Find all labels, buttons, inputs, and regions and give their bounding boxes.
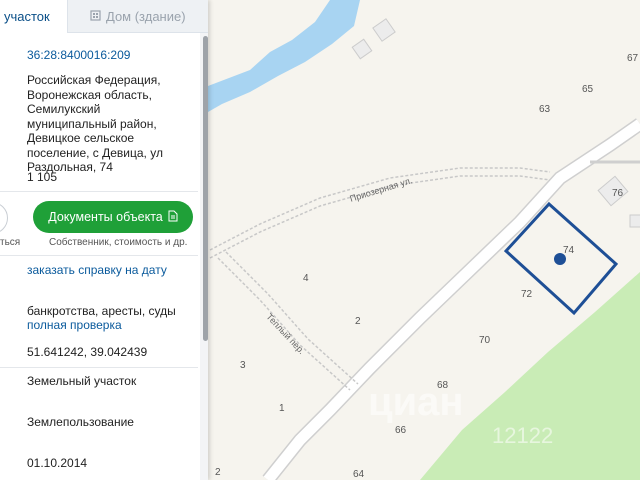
docs-caption: Собственник, стоимость и др. [49, 237, 188, 248]
cian-watermark-id: 12122 [492, 423, 554, 448]
divider [0, 191, 198, 192]
divider [0, 255, 198, 256]
house-number: 67 [627, 53, 639, 64]
house-number: 66 [395, 425, 407, 436]
house-number: 1 [279, 403, 285, 414]
house-number: 2 [215, 467, 221, 478]
building-icon [90, 9, 101, 24]
docs-button-label: Документы объекта [48, 210, 163, 224]
cian-watermark: циан [368, 380, 464, 424]
land-use-value: Землепользование [27, 415, 134, 429]
parcel-info-panel: участок Дом (здание) 36:28:8400016:209 Р… [0, 0, 208, 480]
building-shape [629, 214, 640, 228]
parcel-area: 1 105 [27, 170, 58, 184]
house-number: 2 [355, 316, 361, 327]
divider [0, 367, 198, 368]
house-number: 74 [563, 245, 575, 256]
tab-building[interactable]: Дом (здание) [68, 0, 208, 33]
order-reference-link[interactable]: заказать справку на дату [27, 263, 167, 278]
house-number: 65 [582, 84, 594, 95]
coordinates-value: 51.641242, 39.042439 [27, 345, 148, 359]
object-documents-button[interactable]: Документы объекта [33, 201, 193, 233]
house-number: 63 [539, 104, 551, 115]
registration-date-value: 01.10.2014 [27, 456, 88, 470]
cadastral-number-link[interactable]: 36:28:8400016:209 [27, 48, 130, 63]
tab-land-label: участок [4, 9, 50, 24]
tab-building-label: Дом (здание) [106, 8, 186, 24]
bankruptcy-text: банкротства, аресты, суды [27, 304, 176, 318]
panel-body: 36:28:8400016:209 Российская Федерация, … [0, 33, 200, 480]
house-number: 72 [521, 289, 533, 300]
scrollbar-thumb[interactable] [203, 36, 208, 341]
house-number: 70 [479, 335, 491, 346]
house-number: 4 [303, 273, 309, 284]
tab-land-parcel[interactable]: участок [0, 0, 68, 33]
panel-tabs: участок Дом (здание) [0, 0, 208, 33]
full-check-link[interactable]: полная проверка [27, 318, 122, 333]
house-number: 76 [612, 188, 624, 199]
house-number: 3 [240, 360, 246, 371]
document-icon [168, 210, 178, 225]
secondary-round-button[interactable] [0, 202, 8, 234]
object-type-value: Земельный участок [27, 374, 137, 388]
parcel-address: Российская Федерация, Воронежская област… [27, 73, 163, 174]
secondary-button-caption: ться [0, 237, 21, 248]
house-number: 64 [353, 469, 365, 480]
